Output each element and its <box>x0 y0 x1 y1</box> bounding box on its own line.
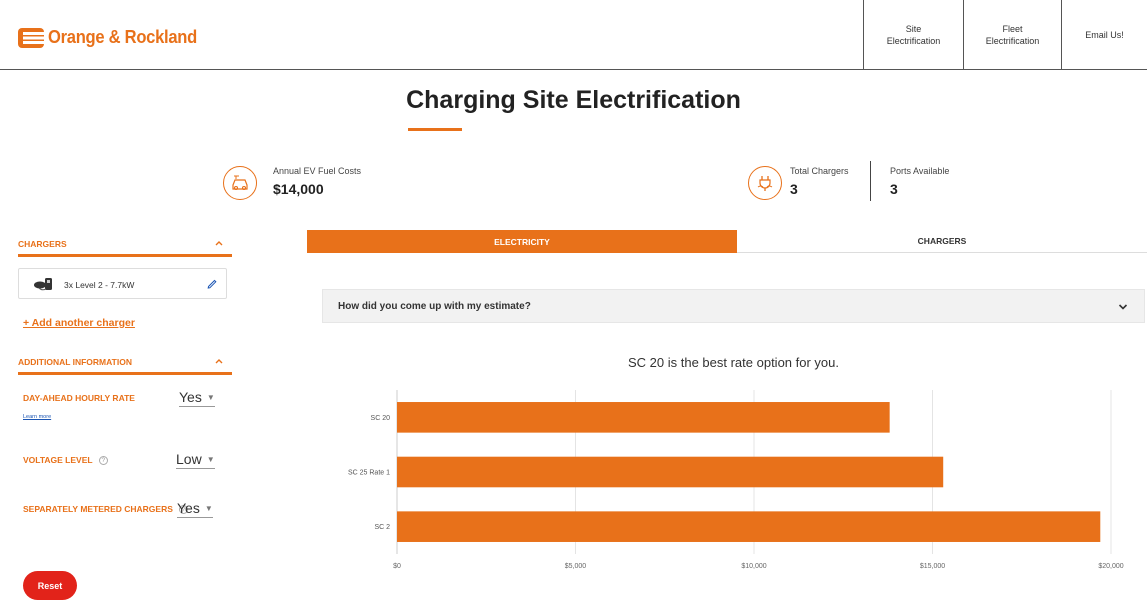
fuel-cost-icon <box>223 166 257 200</box>
day-ahead-rate-select[interactable]: Yes ▼ <box>179 389 215 407</box>
ports-available-label: Ports Available <box>890 166 950 176</box>
reset-button[interactable]: Reset <box>23 571 77 600</box>
x-tick-label: $10,000 <box>741 563 766 570</box>
day-ahead-rate-label: DAY-AHEAD HOURLY RATE <box>23 393 135 403</box>
day-ahead-rate-text: DAY-AHEAD HOURLY RATE <box>23 393 135 403</box>
title-underline <box>408 128 462 131</box>
add-charger-link[interactable]: + Add another charger <box>23 317 135 329</box>
bar <box>397 402 890 433</box>
ev-charger-icon <box>34 278 52 291</box>
brand-name: Orange & Rockland <box>48 27 197 47</box>
ports-available-value: 3 <box>890 181 898 197</box>
nav-site-line1: Site <box>905 23 922 34</box>
total-chargers-label: Total Chargers <box>790 166 849 176</box>
estimate-accordion[interactable]: How did you come up with my estimate? <box>322 289 1145 323</box>
dropdown-caret-icon: ▼ <box>206 454 215 464</box>
voltage-level-text: VOLTAGE LEVEL <box>23 455 93 465</box>
best-rate-text: SC 20 is the best rate option for you. <box>627 355 839 370</box>
total-chargers-value: 3 <box>790 181 798 197</box>
rate-comparison-chart: $0 $5,000 $10,000 $15,000 $20,000 SC 20 SC 25 … <box>348 390 1124 570</box>
nav-email-us[interactable]: Email Us! <box>1061 0 1147 69</box>
edit-pencil-icon[interactable] <box>206 277 218 289</box>
day-ahead-rate-value: Yes <box>179 389 202 405</box>
nav-site-line2: Electrification <box>886 35 941 46</box>
site-header: Orange & Rockland Site Electrification F… <box>0 0 1147 70</box>
learn-more-link[interactable]: Learn more <box>23 414 51 420</box>
brand-logo[interactable]: Orange & Rockland <box>18 27 210 48</box>
x-tick-label: $5,000 <box>565 563 587 570</box>
dropdown-caret-icon: ▼ <box>204 503 213 513</box>
x-tick-label: $0 <box>393 563 401 570</box>
chargers-stat-icon <box>748 166 782 200</box>
help-icon[interactable]: ? <box>98 456 108 466</box>
metered-chargers-select[interactable]: Yes ▼ <box>177 500 213 518</box>
y-tick-label: SC 25 Rate 1 <box>348 470 390 477</box>
additional-info-title: ADDITIONAL INFORMATION <box>18 357 132 367</box>
chargers-section-title: CHARGERS <box>18 239 67 249</box>
nav-email-label: Email Us! <box>1085 29 1124 40</box>
voltage-level-select[interactable]: Low ▼ <box>176 451 215 469</box>
voltage-level-value: Low <box>176 451 202 467</box>
brand-logo-icon <box>18 27 44 48</box>
x-tick-label: $15,000 <box>920 563 945 570</box>
metered-chargers-value: Yes <box>177 500 200 516</box>
fuel-cost-label: Annual EV Fuel Costs <box>273 166 362 176</box>
chevron-up-icon[interactable] <box>214 357 224 365</box>
dropdown-caret-icon: ▼ <box>206 392 215 402</box>
plug-icon <box>757 176 773 191</box>
stats-divider <box>870 161 871 201</box>
chargers-section-header[interactable]: CHARGERS <box>18 231 232 257</box>
nav-site-electrification[interactable]: Site Electrification <box>863 0 963 69</box>
x-tick-label: $20,000 <box>1098 563 1123 570</box>
nav-fleet-electrification[interactable]: Fleet Electrification <box>963 0 1061 69</box>
bar <box>397 456 944 488</box>
y-tick-label: SC 20 <box>371 415 391 422</box>
nav-fleet-line1: Fleet <box>1002 23 1023 34</box>
tab-electricity[interactable]: ELECTRICITY <box>307 230 737 253</box>
voltage-level-label: VOLTAGE LEVEL ? <box>23 455 108 466</box>
fuel-cost-value: $14,000 <box>273 181 324 197</box>
metered-chargers-label: SEPARATELY METERED CHARGERS ? <box>23 504 189 515</box>
accordion-question: How did you come up with my estimate? <box>338 301 531 312</box>
metered-chargers-text: SEPARATELY METERED CHARGERS <box>23 504 173 514</box>
page-title: Charging Site Electrification <box>406 86 741 114</box>
bar <box>397 511 1101 542</box>
y-tick-label: SC 2 <box>374 524 390 531</box>
chevron-up-icon[interactable] <box>214 239 224 247</box>
car-icon <box>232 175 248 191</box>
charger-item-card[interactable]: 3x Level 2 - 7.7kW <box>18 268 227 299</box>
charger-item-label: 3x Level 2 - 7.7kW <box>64 280 135 290</box>
nav-fleet-line2: Electrification <box>985 35 1040 46</box>
chevron-down-icon[interactable] <box>1118 303 1128 311</box>
additional-info-section-header[interactable]: ADDITIONAL INFORMATION <box>18 349 232 375</box>
tab-chargers[interactable]: CHARGERS <box>737 230 1147 253</box>
